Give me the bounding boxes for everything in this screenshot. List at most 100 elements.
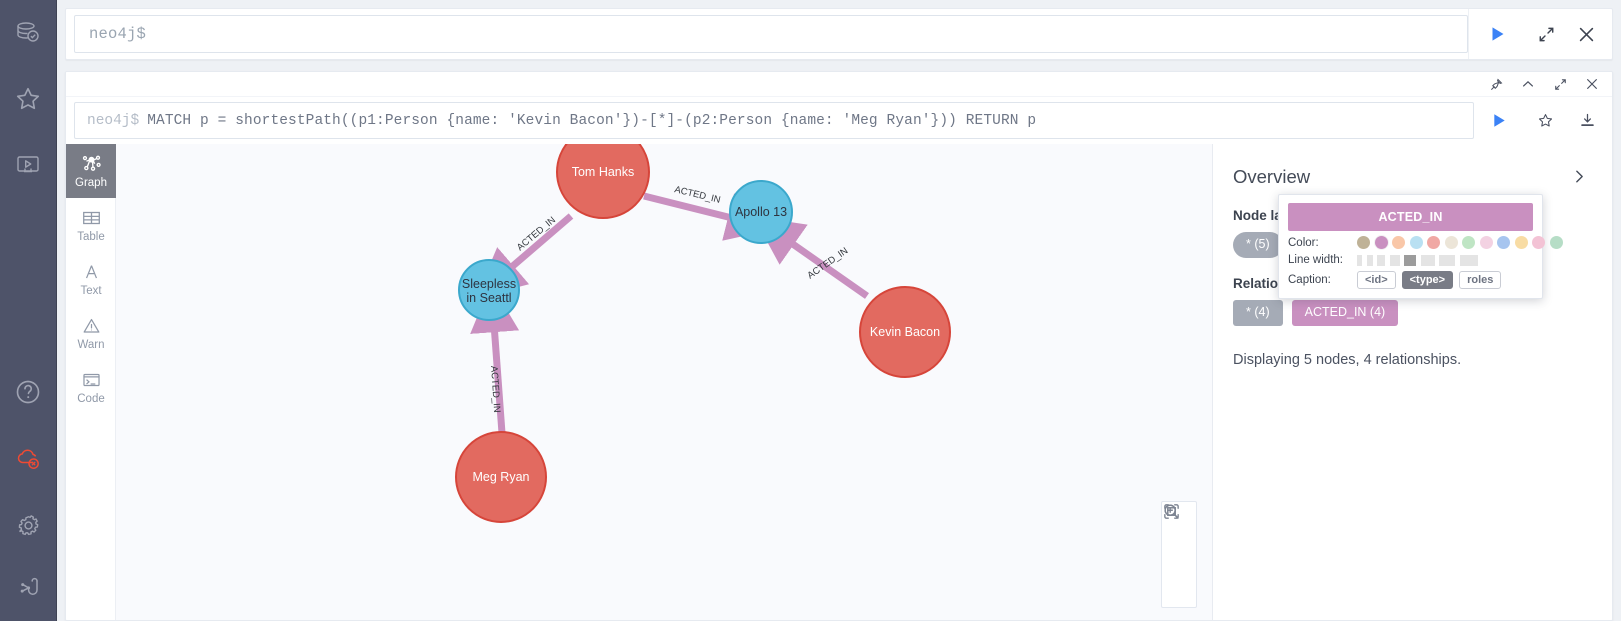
graph-svg: ACTED_IN ACTED_IN ACTED_IN ACTED_IN Tom … <box>455 144 951 523</box>
view-tab-strip: Graph Table Text Warn Code <box>66 144 116 620</box>
editor-run-button[interactable] <box>1468 9 1526 59</box>
tab-code-label: Code <box>77 392 105 405</box>
style-caption-row: Caption: <id> <type> roles <box>1288 271 1533 289</box>
frame-titlebar <box>66 72 1612 97</box>
node-caption: Sleepless <box>462 277 516 291</box>
tab-warn[interactable]: Warn <box>66 306 116 360</box>
frame-body: Graph Table Text Warn Code ACTED_IN ACTE… <box>66 144 1612 620</box>
style-linewidth-label: Line width: <box>1288 254 1343 266</box>
color-swatch[interactable] <box>1357 236 1370 249</box>
relationship-acted-in-tom-apollo[interactable] <box>643 192 776 241</box>
relationship-chip-row: * (4) ACTED_IN (4) <box>1233 299 1588 326</box>
graph-canvas[interactable]: ACTED_IN ACTED_IN ACTED_IN ACTED_IN Tom … <box>116 144 1212 620</box>
node-meg-ryan[interactable]: Meg Ryan <box>455 431 547 523</box>
tab-code[interactable]: Code <box>66 360 116 414</box>
color-swatch[interactable] <box>1532 236 1545 249</box>
relationship-group: ACTED_IN ACTED_IN ACTED_IN ACTED_IN <box>470 184 870 434</box>
query-prompt: neo4j$ <box>87 112 140 129</box>
node-caption: Apollo 13 <box>735 205 787 219</box>
node-apollo-13[interactable]: Apollo 13 <box>729 180 793 244</box>
tab-table-label: Table <box>77 230 105 243</box>
database-check-icon[interactable] <box>8 12 48 52</box>
editor-expand-icon[interactable] <box>1526 9 1566 59</box>
main-area: neo4j$ neo4j$ MATCH p = shortestPath((p1… <box>57 0 1621 621</box>
monitor-play-icon[interactable] <box>8 146 48 186</box>
relationship-chip-acted-in[interactable]: ACTED_IN (4) <box>1291 299 1399 326</box>
color-swatch[interactable] <box>1409 236 1423 249</box>
tab-text[interactable]: Text <box>66 252 116 306</box>
download-button[interactable] <box>1566 101 1608 141</box>
relationship-label: ACTED_IN <box>488 365 502 413</box>
color-swatch[interactable] <box>1427 236 1440 249</box>
color-swatch[interactable] <box>1514 236 1528 249</box>
frame-query-row: neo4j$ MATCH p = shortestPath((p1:Person… <box>66 97 1612 144</box>
close-icon[interactable] <box>1576 72 1608 96</box>
run-query-button[interactable] <box>1474 101 1524 141</box>
color-swatch[interactable] <box>1462 236 1475 249</box>
line-width-swatch[interactable] <box>1439 254 1455 266</box>
node-caption: Meg Ryan <box>473 470 530 484</box>
result-summary: Displaying 5 nodes, 4 relationships. <box>1233 351 1462 368</box>
editor-window-buttons <box>1526 9 1612 59</box>
color-swatch[interactable] <box>1373 235 1389 250</box>
node-caption: in Seattl <box>466 291 511 305</box>
color-swatch[interactable] <box>1392 236 1405 249</box>
pin-icon[interactable] <box>1480 72 1512 96</box>
result-frame: neo4j$ MATCH p = shortestPath((p1:Person… <box>65 71 1613 621</box>
overview-header: Overview <box>1233 166 1588 190</box>
expand-icon[interactable] <box>1544 72 1576 96</box>
cloud-error-icon[interactable] <box>8 439 48 479</box>
line-width-swatch[interactable] <box>1377 254 1385 266</box>
zoom-fit-button[interactable] <box>1162 504 1196 607</box>
help-circle-icon[interactable] <box>8 372 48 412</box>
tab-graph-label: Graph <box>75 177 107 190</box>
node-tom-hanks[interactable]: Tom Hanks <box>556 144 650 219</box>
style-popup-title: ACTED_IN <box>1288 203 1533 231</box>
style-color-row: Color: <box>1288 235 1563 250</box>
relationship-chip-all[interactable]: * (4) <box>1233 299 1283 326</box>
line-width-swatch[interactable] <box>1357 254 1362 266</box>
chevron-right-icon[interactable] <box>1571 166 1588 190</box>
color-swatch-list <box>1357 235 1563 250</box>
node-caption: Tom Hanks <box>572 165 635 179</box>
cypher-editor-input[interactable]: neo4j$ <box>74 15 1468 53</box>
line-width-swatch[interactable] <box>1420 254 1435 266</box>
neo4j-browser-window: neo4j$ neo4j$ MATCH p = shortestPath((p1… <box>0 0 1621 621</box>
line-width-swatch[interactable] <box>1366 254 1373 266</box>
tab-graph[interactable]: Graph <box>66 144 116 198</box>
color-swatch[interactable] <box>1549 236 1563 249</box>
query-display[interactable]: neo4j$ MATCH p = shortestPath((p1:Person… <box>74 102 1474 139</box>
editor-prompt: neo4j$ <box>89 25 147 43</box>
tab-warn-label: Warn <box>77 338 105 351</box>
neo4j-logo-icon[interactable] <box>8 569 48 609</box>
gear-icon[interactable] <box>8 505 48 545</box>
star-icon[interactable] <box>8 79 48 119</box>
style-linewidth-row: Line width: <box>1288 254 1533 266</box>
color-swatch[interactable] <box>1497 236 1510 249</box>
node-kevin-bacon[interactable]: Kevin Bacon <box>859 286 951 378</box>
style-color-label: Color: <box>1288 236 1319 249</box>
caption-option-button[interactable]: <id> <box>1357 271 1396 289</box>
zoom-out-button[interactable] <box>1162 504 1196 572</box>
caption-option-button[interactable]: <type> <box>1401 271 1454 289</box>
overview-panel: Overview Node labels * (5) Relationship … <box>1212 144 1612 620</box>
caption-option-button[interactable]: roles <box>1459 271 1502 289</box>
line-width-swatch-list <box>1357 254 1478 266</box>
color-swatch[interactable] <box>1479 236 1493 249</box>
node-caption: Kevin Bacon <box>870 325 940 339</box>
cypher-editor-bar: neo4j$ <box>65 8 1613 60</box>
editor-close-icon[interactable] <box>1566 9 1606 59</box>
query-text: MATCH p = shortestPath((p1:Person {name:… <box>147 112 1037 129</box>
line-width-swatch[interactable] <box>1404 254 1416 266</box>
node-label-chip-all[interactable]: * (5) <box>1233 232 1283 258</box>
node-sleepless-in-seattle[interactable]: Sleepless in Seattl <box>458 259 520 321</box>
line-width-swatch[interactable] <box>1389 254 1400 266</box>
relationship-style-popup[interactable]: ACTED_IN Color: Line width: Caption: <id… <box>1278 194 1563 299</box>
caption-button-list: <id> <type> roles <box>1357 271 1502 289</box>
color-swatch[interactable] <box>1444 236 1458 249</box>
overview-title: Overview <box>1233 166 1311 187</box>
line-width-swatch[interactable] <box>1459 254 1478 266</box>
save-favorite-button[interactable] <box>1524 101 1566 141</box>
tab-table[interactable]: Table <box>66 198 116 252</box>
chevron-up-icon[interactable] <box>1512 72 1544 96</box>
